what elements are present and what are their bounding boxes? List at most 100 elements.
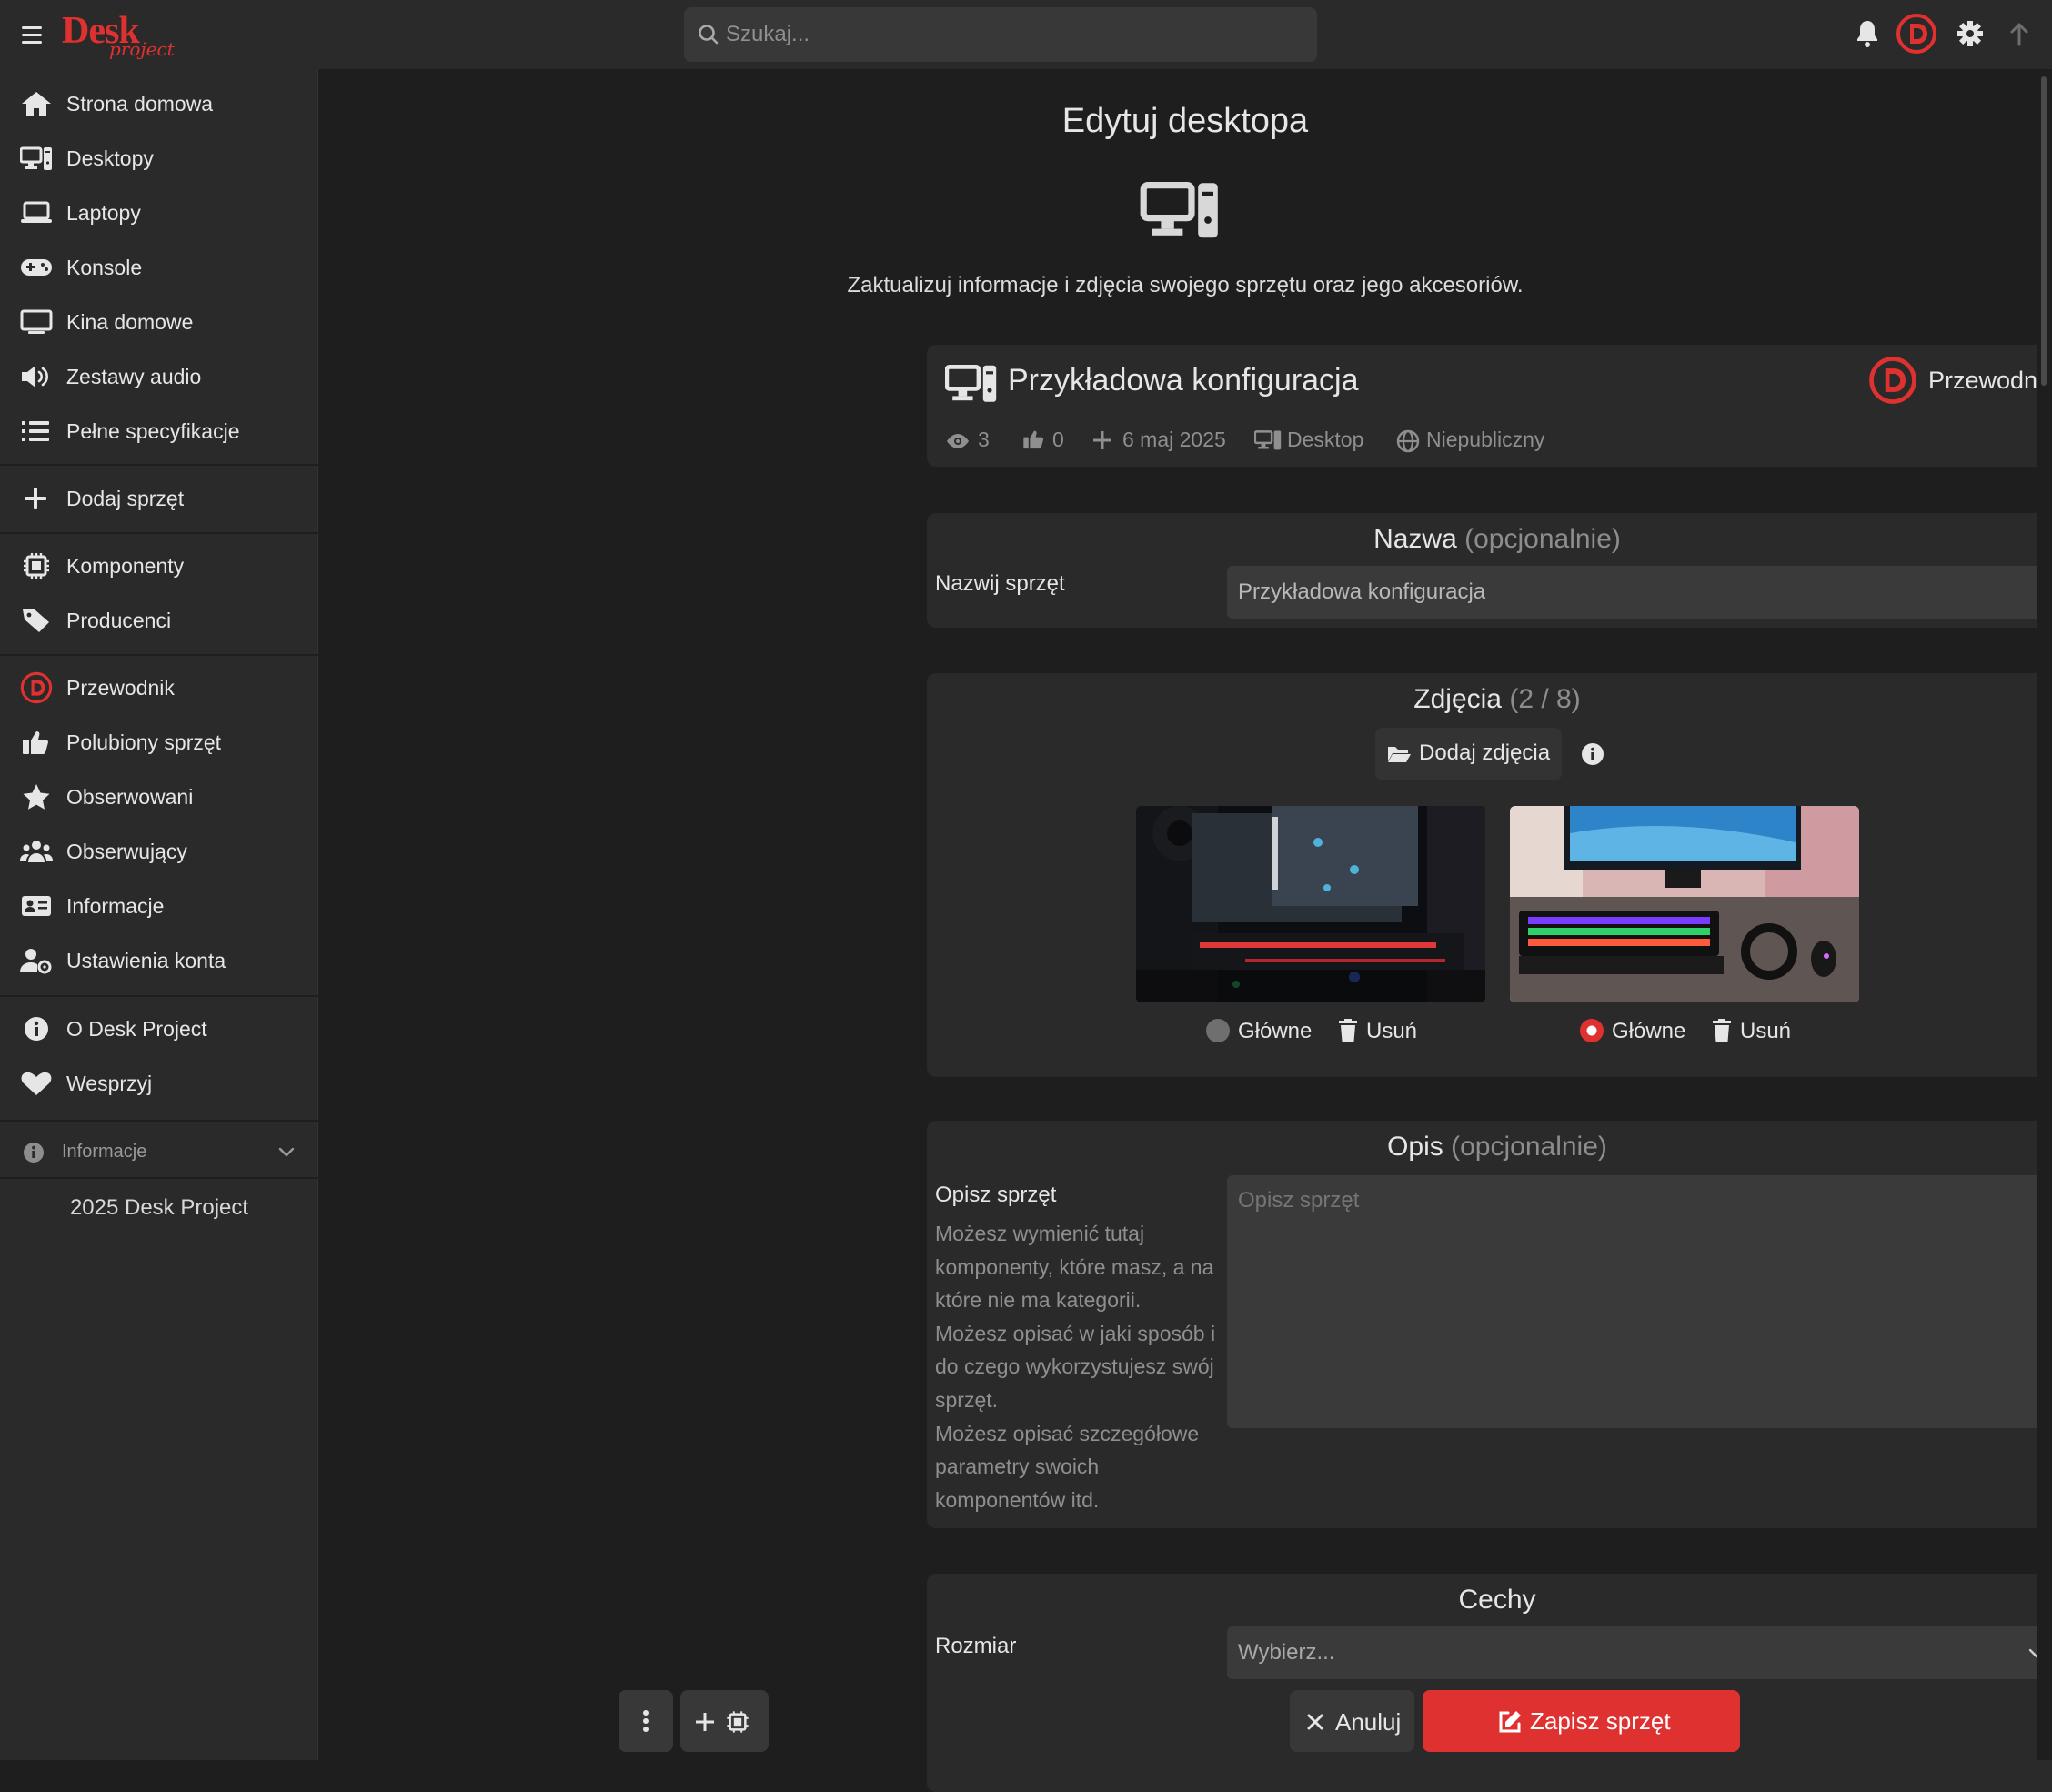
delete-photo-button[interactable]: Usuń xyxy=(1366,1019,1417,1044)
sidebar-item-components[interactable]: Komponenty xyxy=(0,540,318,591)
main-content: Edytuj desktopa Zaktualizuj informacje i… xyxy=(318,69,2052,1792)
description-help: Możesz wymienić tutaj komponenty, które … xyxy=(935,1222,1216,1512)
save-button[interactable]: Zapisz sprzęt xyxy=(1423,1690,1740,1752)
size-label: Rozmiar xyxy=(935,1634,1017,1658)
sidebar-item-desktops[interactable]: Desktopy xyxy=(0,133,318,184)
trash-icon[interactable] xyxy=(1712,1019,1732,1042)
sidebar-item-account-settings[interactable]: Ustawienia konta xyxy=(0,935,318,986)
sidebar-item-about[interactable]: O Desk Project xyxy=(0,1003,318,1054)
more-options-button[interactable] xyxy=(619,1690,673,1752)
scrollbar[interactable] xyxy=(2037,69,2052,1760)
photo-thumbnail[interactable] xyxy=(1510,806,1859,1002)
section-title: Opis (opcjonalnie) xyxy=(1387,1132,1607,1162)
scrollbar-thumb[interactable] xyxy=(2041,76,2047,386)
info-toggle[interactable]: Informacje xyxy=(0,1123,318,1181)
user-avatar-icon[interactable] xyxy=(1896,13,1937,55)
search-bar[interactable] xyxy=(684,7,1317,62)
owner-avatar-icon[interactable] xyxy=(1868,356,1917,405)
plus-icon xyxy=(695,1712,715,1732)
divider xyxy=(0,995,318,997)
gamepad-icon xyxy=(20,254,53,281)
sidebar-item-add-hardware[interactable]: Dodaj sprzęt xyxy=(0,473,318,524)
user-gear-icon xyxy=(20,947,53,974)
description-label: Opisz sprzęt xyxy=(935,1183,1057,1207)
trash-icon[interactable] xyxy=(1338,1019,1358,1042)
visibility-status: Niepubliczny xyxy=(1426,428,1545,451)
folder-open-icon xyxy=(1386,743,1412,765)
name-input[interactable]: Przykładowa konfiguracja xyxy=(1227,566,2052,619)
desktop-icon xyxy=(1254,428,1282,451)
close-icon xyxy=(1306,1713,1324,1731)
desktop-icon xyxy=(1135,176,1226,242)
views-count: 3 xyxy=(978,428,990,451)
page-title: Edytuj desktopa xyxy=(1061,102,1309,140)
desktop-icon xyxy=(20,145,53,172)
sidebar-item-producers[interactable]: Producenci xyxy=(0,595,318,646)
arrow-up-icon[interactable] xyxy=(2007,18,2032,49)
hardware-name: Przykładowa konfiguracja xyxy=(1008,363,1359,398)
sidebar-item-profile[interactable]: Przewodnik xyxy=(0,662,318,713)
home-icon xyxy=(20,90,53,117)
add-photos-button[interactable]: Dodaj zdjęcia xyxy=(1375,728,1562,780)
tag-icon xyxy=(20,607,53,634)
tv-icon xyxy=(20,308,53,336)
sidebar-item-audio[interactable]: Zestawy audio xyxy=(0,351,318,402)
user-avatar-icon xyxy=(20,671,53,704)
section-title: Zdjęcia (2 / 8) xyxy=(1413,684,1581,714)
size-select[interactable]: Wybierz... xyxy=(1227,1626,2052,1679)
sidebar-item-full-specs[interactable]: Pełne specyfikacje xyxy=(0,406,318,457)
page-subtitle: Zaktualizuj informacje i zdjęcia swojego… xyxy=(847,273,1524,297)
owner-name[interactable]: Przewodnik xyxy=(1928,367,2052,395)
name-label: Nazwij sprzęt xyxy=(935,571,1065,596)
speaker-icon xyxy=(20,363,53,390)
add-component-button[interactable] xyxy=(680,1690,769,1752)
name-section: Nazwa (opcjonalnie) Nazwij sprzęt Przykł… xyxy=(927,513,2052,628)
divider xyxy=(0,1120,318,1122)
dots-vertical-icon xyxy=(640,1708,651,1734)
features-section: Cechy Rozmiar Wybierz... xyxy=(927,1574,2052,1792)
id-card-icon xyxy=(20,892,53,920)
delete-photo-button[interactable]: Usuń xyxy=(1740,1019,1791,1044)
photo-thumbnail[interactable] xyxy=(1136,806,1485,1002)
sidebar-item-followers[interactable]: Obserwujący xyxy=(0,826,318,877)
cancel-button[interactable]: Anuluj xyxy=(1290,1690,1414,1752)
likes-count: 0 xyxy=(1052,428,1064,451)
star-icon xyxy=(20,783,53,810)
divider xyxy=(0,654,318,656)
info-icon[interactable] xyxy=(1581,742,1604,766)
bell-icon[interactable] xyxy=(1854,18,1881,49)
thumbs-up-icon xyxy=(1021,428,1047,450)
description-section: Opis (opcjonalnie) Opisz sprzęt Możesz w… xyxy=(927,1121,2052,1528)
sidebar-item-liked[interactable]: Polubiony sprzęt xyxy=(0,717,318,768)
sidebar-item-info[interactable]: Informacje xyxy=(0,881,318,931)
list-icon xyxy=(20,418,53,445)
sidebar-item-laptops[interactable]: Laptopy xyxy=(0,187,318,238)
photos-section: Zdjęcia (2 / 8) Dodaj zdjęcia Główne Usu… xyxy=(927,673,2052,1077)
users-icon xyxy=(20,838,53,865)
top-bar: Desk project xyxy=(0,0,2052,69)
laptop-icon xyxy=(20,199,53,227)
eye-icon xyxy=(945,432,971,450)
sidebar-item-home-cinema[interactable]: Kina domowe xyxy=(0,297,318,347)
main-photo-radio[interactable] xyxy=(1579,1018,1604,1043)
search-input[interactable] xyxy=(724,7,1288,62)
sidebar-item-followed[interactable]: Obserwowani xyxy=(0,771,318,822)
plus-icon xyxy=(20,485,53,512)
footer-copyright: 2025 Desk Project xyxy=(69,1195,249,1220)
info-icon xyxy=(20,1015,53,1042)
section-title: Cechy xyxy=(1458,1585,1536,1615)
chip-icon xyxy=(20,552,53,579)
sidebar-item-home[interactable]: Strona domowa xyxy=(0,78,318,129)
gear-icon[interactable] xyxy=(1956,18,1985,49)
sidebar-item-support[interactable]: Wesprzyj xyxy=(0,1058,318,1109)
description-textarea[interactable] xyxy=(1227,1175,2052,1428)
plus-icon xyxy=(1092,430,1112,450)
sidebar-item-consoles[interactable]: Konsole xyxy=(0,242,318,293)
heart-icon xyxy=(20,1070,53,1097)
main-photo-radio[interactable] xyxy=(1205,1018,1231,1043)
chevron-down-icon xyxy=(277,1143,297,1161)
logo[interactable]: Desk project xyxy=(58,5,175,62)
globe-icon xyxy=(1396,429,1420,453)
menu-icon[interactable] xyxy=(16,18,49,51)
thumbs-up-icon xyxy=(20,729,53,756)
